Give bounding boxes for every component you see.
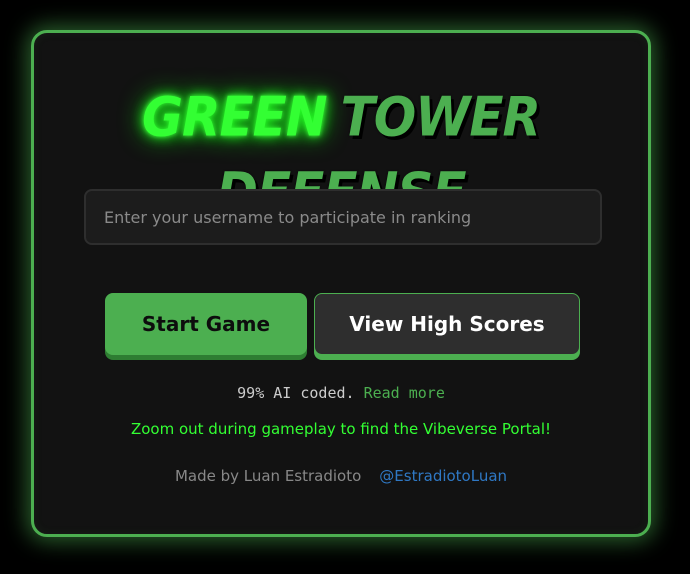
username-input[interactable] — [84, 189, 602, 245]
menu-panel: GreenTower Defense Start Game View High … — [31, 30, 651, 537]
made-by-text: Made by Luan Estradioto — [174, 467, 362, 485]
start-game-label: Start Game — [141, 312, 271, 336]
read-more-link[interactable]: Read more — [364, 384, 445, 402]
start-game-button[interactable]: Start Game — [105, 293, 307, 355]
credits: Made by Luan Estradioto @EstradiotoLuan — [34, 467, 648, 485]
ai-coded-note: 99% AI coded. Read more — [34, 384, 648, 402]
ai-coded-text: 99% AI coded. — [237, 384, 355, 402]
title-green-word: Green — [141, 85, 328, 149]
portal-hint: Zoom out during gameplay to find the Vib… — [130, 420, 552, 438]
view-high-scores-label: View High Scores — [349, 312, 545, 336]
author-handle-link[interactable]: @EstradiotoLuan — [379, 467, 507, 485]
view-high-scores-button[interactable]: View High Scores — [314, 293, 580, 355]
